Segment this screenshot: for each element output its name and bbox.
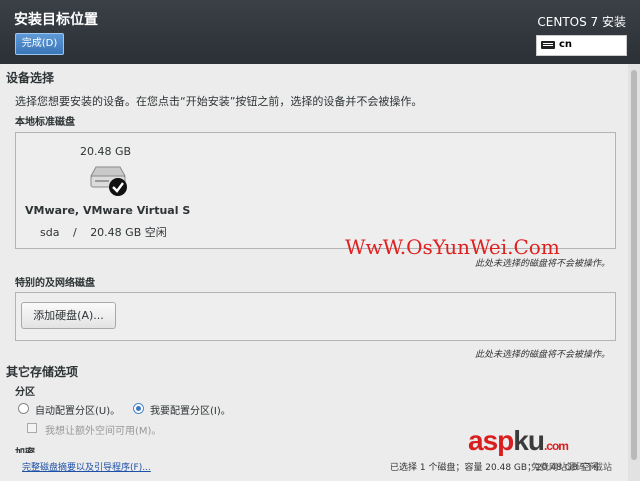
partitioning-heading: 分区 (15, 387, 35, 398)
logo-part-a: asp (468, 425, 514, 456)
extra-space-label[interactable]: 我想让额外空间可用(M)。 (45, 422, 161, 437)
disk-device: sda (40, 226, 60, 239)
disk-separator: / (72, 226, 77, 239)
special-disks-heading: 特别的及网络磁盘 (15, 278, 95, 289)
device-selection-heading: 设备选择 (6, 71, 55, 85)
manual-partition-label[interactable]: 我要配置分区(I)。 (150, 402, 231, 417)
special-disks-note: 此处未选择的磁盘将不会被操作。 (474, 350, 610, 360)
full-disk-summary-link[interactable]: 完整磁盘摘要以及引导程序(F)... (22, 460, 151, 473)
local-disks-heading: 本地标准磁盘 (15, 117, 75, 128)
manual-partition-radio[interactable] (133, 403, 144, 414)
disk-name: VMware, VMware Virtual S (25, 204, 191, 217)
storage-options-heading: 其它存储选项 (6, 365, 79, 379)
disk-info: sda / 20.48 GB 空闲 (40, 224, 167, 240)
device-selection-description: 选择您想要安装的设备。在您点击“开始安装”按钮之前，选择的设备并不会被操作。 (15, 95, 423, 108)
disk-free-space: 20.48 GB 空闲 (90, 226, 167, 239)
logo-part-c: .com (543, 439, 569, 453)
encryption-heading: 加密 (15, 444, 35, 453)
logo-watermark: aspku.com (468, 425, 569, 457)
add-disk-button[interactable]: 添加硬盘(A)... (21, 302, 116, 329)
extra-space-checkbox[interactable] (27, 423, 37, 433)
scrollbar[interactable] (628, 64, 640, 481)
site-watermark: WwW.OsYunWei.Com (345, 235, 560, 259)
hard-disk-selected-icon[interactable] (88, 164, 130, 196)
logo-subtitle: 免费网站源码下载站 (531, 463, 613, 473)
auto-partition-label[interactable]: 自动配置分区(U)。 (35, 402, 120, 417)
auto-partition-radio[interactable] (18, 403, 29, 414)
disk-size: 20.48 GB (80, 145, 132, 158)
scrollbar-thumb[interactable] (631, 70, 637, 460)
logo-part-b: ku (513, 425, 545, 456)
